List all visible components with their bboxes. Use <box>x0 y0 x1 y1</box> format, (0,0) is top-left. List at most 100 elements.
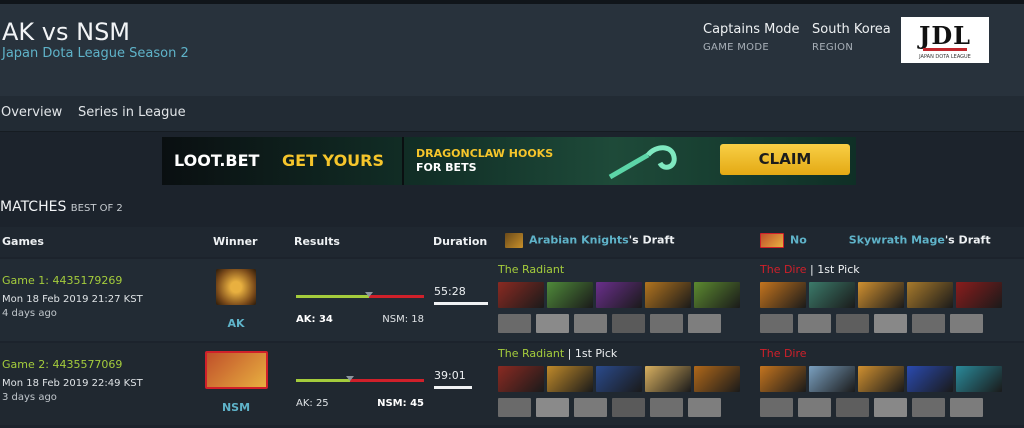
winner-team-logo[interactable] <box>205 351 268 389</box>
hero-ban[interactable] <box>798 398 831 417</box>
left-score: AK: 25 <box>296 398 329 409</box>
side-name: The Radiant <box>498 263 565 276</box>
hero-pick[interactable] <box>956 282 1002 308</box>
hero-ban[interactable] <box>798 314 831 333</box>
kill-ratio-marker <box>346 376 354 381</box>
banner-promo-line1: DRAGONCLAW HOOKS <box>416 147 554 160</box>
col-winner: Winner <box>213 235 258 248</box>
hero-ban[interactable] <box>836 398 869 417</box>
hero-pick[interactable] <box>547 366 593 392</box>
draft-ak-team[interactable]: Arabian Knights <box>529 234 629 247</box>
duration-bar <box>434 386 472 389</box>
duration-bar <box>434 302 488 305</box>
table-row: Game 2: 4435577069 Mon 18 Feb 2019 22:49… <box>0 343 1024 425</box>
draft-nsm-team[interactable]: Skywrath Mage <box>849 234 945 247</box>
hero-ban[interactable] <box>650 398 683 417</box>
draft-nsm-prefix[interactable]: No <box>790 234 807 247</box>
hero-ban[interactable] <box>650 314 683 333</box>
banner-promo-line2: FOR BETS <box>416 161 477 174</box>
game-link[interactable]: Game 1: 4435179269 <box>2 274 122 287</box>
hero-pick[interactable] <box>956 366 1002 392</box>
draft-nsm-suffix: 's Draft <box>944 233 991 247</box>
tab-overview[interactable]: Overview <box>1 105 62 120</box>
radiant-kill-fill <box>296 379 350 382</box>
game-mode-label: GAME MODE <box>703 42 769 53</box>
hero-ban[interactable] <box>536 398 569 417</box>
hero-ban[interactable] <box>574 314 607 333</box>
hero-ban[interactable] <box>760 314 793 333</box>
hero-pick[interactable] <box>858 366 904 392</box>
hero-pick[interactable] <box>498 282 544 308</box>
hero-ban[interactable] <box>612 398 645 417</box>
banner-divider <box>402 137 404 185</box>
winner-team-logo[interactable] <box>216 269 256 305</box>
duration: 55:28 <box>434 285 466 298</box>
winner-name[interactable]: AK <box>196 317 276 330</box>
hero-ban[interactable] <box>874 314 907 333</box>
table-header: Games Winner Results Duration Arabian Kn… <box>0 227 1024 257</box>
league-link[interactable]: Japan Dota League Season 2 <box>2 46 189 61</box>
matches-title: MATCHES <box>0 199 67 215</box>
left-side-label: The Radiant <box>498 263 564 276</box>
game-link[interactable]: Game 2: 4435577069 <box>2 358 122 371</box>
hero-pick[interactable] <box>760 282 806 308</box>
league-logo-stripe <box>923 48 967 51</box>
ad-banner[interactable]: LOOT.BET GET YOURS DRAGONCLAW HOOKS FOR … <box>162 137 856 185</box>
left-score: AK: 34 <box>296 314 333 325</box>
league-logo-subtext: JAPAN DOTA LEAGUE <box>919 54 971 60</box>
hero-ban[interactable] <box>950 314 983 333</box>
hero-pick[interactable] <box>645 282 691 308</box>
side-name: The Dire <box>760 347 807 360</box>
hero-ban[interactable] <box>498 314 531 333</box>
hero-ban[interactable] <box>612 314 645 333</box>
hero-pick[interactable] <box>694 282 740 308</box>
hero-ban[interactable] <box>688 398 721 417</box>
hero-ban[interactable] <box>950 398 983 417</box>
tab-bar: Overview Series in League <box>0 96 1024 132</box>
region-block: South Korea REGION <box>812 22 891 53</box>
winner-name[interactable]: NSM <box>196 401 276 414</box>
hero-pick[interactable] <box>596 366 642 392</box>
claim-button[interactable]: CLAIM <box>720 144 850 175</box>
league-logo[interactable]: JDL JAPAN DOTA LEAGUE <box>901 17 989 63</box>
banner-promo: DRAGONCLAW HOOKS FOR BETS <box>416 147 553 175</box>
hero-ban[interactable] <box>688 314 721 333</box>
draft-ak-suffix: 's Draft <box>628 233 675 247</box>
hero-pick[interactable] <box>547 282 593 308</box>
hero-pick[interactable] <box>596 282 642 308</box>
right-score: NSM: 45 <box>377 398 424 409</box>
hero-pick[interactable] <box>760 366 806 392</box>
hero-ban[interactable] <box>836 314 869 333</box>
table-row: Game 1: 4435179269 Mon 18 Feb 2019 21:27… <box>0 259 1024 341</box>
kill-ratio-marker <box>365 292 373 297</box>
game-mode-value: Captains Mode <box>703 22 800 37</box>
game-mode-block: Captains Mode GAME MODE <box>703 22 800 53</box>
hero-ban[interactable] <box>874 398 907 417</box>
hero-pick[interactable] <box>809 282 855 308</box>
hero-pick[interactable] <box>809 366 855 392</box>
first-pick-label: 1st Pick <box>817 263 860 276</box>
nsm-logo-icon <box>760 233 784 248</box>
hero-pick[interactable] <box>858 282 904 308</box>
hero-ban[interactable] <box>760 398 793 417</box>
hero-pick[interactable] <box>907 366 953 392</box>
hero-ban[interactable] <box>912 398 945 417</box>
hero-pick[interactable] <box>498 366 544 392</box>
col-games: Games <box>2 235 44 248</box>
first-pick-label: 1st Pick <box>574 347 618 360</box>
region-value: South Korea <box>812 22 891 37</box>
hero-pick[interactable] <box>694 366 740 392</box>
right-side-label: The Dire | 1st Pick <box>760 263 860 276</box>
hero-ban[interactable] <box>536 314 569 333</box>
col-results: Results <box>294 235 340 248</box>
tab-series-in-league[interactable]: Series in League <box>78 105 186 120</box>
hero-pick[interactable] <box>645 366 691 392</box>
region-label: REGION <box>812 42 854 53</box>
hero-ban[interactable] <box>574 398 607 417</box>
hero-ban[interactable] <box>498 398 531 417</box>
kill-ratio-bar <box>296 376 424 382</box>
game-ago: 3 days ago <box>2 392 57 403</box>
hero-pick[interactable] <box>907 282 953 308</box>
col-duration: Duration <box>433 235 488 248</box>
hero-ban[interactable] <box>912 314 945 333</box>
